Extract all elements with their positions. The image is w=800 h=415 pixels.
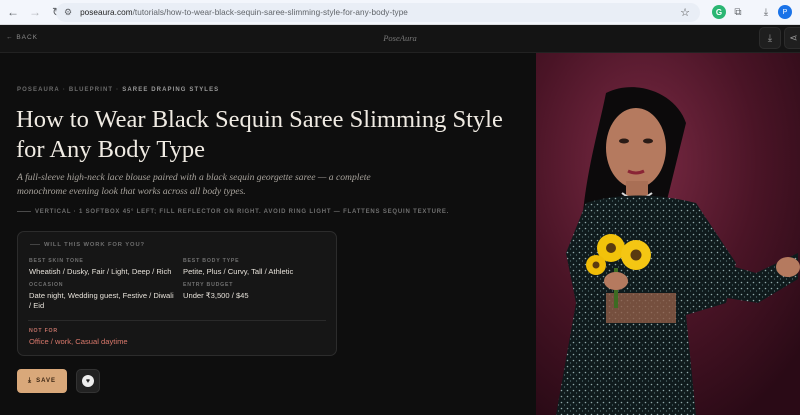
save-button[interactable]: ⤓ SAVE [17, 369, 67, 393]
article-lede: A full-sleeve high-neck lace blouse pair… [17, 172, 371, 197]
url-text: poseaura.com/tutorials/how-to-wear-black… [80, 8, 408, 17]
brand-logo[interactable]: PoseAura [0, 33, 800, 43]
suitability-card: WILL THIS WORK FOR YOU? BEST SKIN TONE W… [17, 231, 337, 356]
bookmark-star-icon[interactable]: ☆ [680, 6, 690, 19]
skin-tone-field: BEST SKIN TONE Wheatish / Dusky, Fair / … [29, 258, 179, 277]
extension-icon[interactable]: G [712, 5, 726, 19]
address-bar[interactable]: ⚙ poseaura.com/tutorials/how-to-wear-bla… [56, 3, 700, 22]
body-type-field: BEST BODY TYPE Petite, Plus / Curvy, Tal… [183, 258, 333, 277]
not-for-label: NOT FOR [29, 328, 58, 334]
not-for-value: Office / work, Casual daytime [29, 337, 128, 346]
occasion-value: Date night, Wedding guest, Festive / Diw… [29, 291, 174, 310]
download-button[interactable]: ⤓ [759, 27, 781, 49]
forward-arrow-icon[interactable]: → [26, 3, 44, 21]
card-divider [28, 320, 326, 321]
share-icon: ⋖ [789, 32, 798, 44]
skin-tone-value: Wheatish / Dusky, Fair / Light, Deep / R… [29, 267, 172, 276]
favorite-button[interactable]: ♥ [76, 369, 100, 393]
body-type-label: BEST BODY TYPE [183, 258, 240, 264]
back-arrow-icon[interactable]: ← [4, 3, 22, 21]
occasion-field: OCCASION Date night, Wedding guest, Fest… [29, 282, 177, 311]
browser-toolbar: ← → ↻ ⚙ poseaura.com/tutorials/how-to-we… [0, 0, 800, 25]
budget-label: ENTRY BUDGET [183, 282, 234, 288]
breadcrumb-current[interactable]: SAREE DRAPING STYLES [122, 87, 219, 93]
article-panel: POSEAURA · BLUEPRINT · SAREE DRAPING STYLES … [0, 53, 536, 415]
occasion-label: OCCASION [29, 282, 64, 288]
page-title: How to Wear Black Sequin Saree Slimming … [16, 106, 503, 163]
budget-value: Under ₹3,500 / $45 [183, 291, 249, 300]
not-for-field: NOT FOR Office / work, Casual daytime [29, 328, 309, 347]
extensions-puzzle-icon[interactable]: ⧉ [731, 5, 745, 19]
body-type-value: Petite, Plus / Curvy, Tall / Athletic [183, 267, 294, 276]
budget-field: ENTRY BUDGET Under ₹3,500 / $45 [183, 282, 333, 301]
hero-photo [536, 53, 800, 415]
site-header: ← BACK PoseAura ⤓ ⋖ [0, 25, 800, 53]
lighting-tip: VERTICAL · 1 SOFTBOX 45° LEFT; FILL REFL… [17, 209, 449, 215]
card-heading: WILL THIS WORK FOR YOU? [30, 242, 145, 248]
breadcrumb: POSEAURA · BLUEPRINT · SAREE DRAPING STYLES [17, 87, 220, 93]
breadcrumb-item[interactable]: BLUEPRINT [69, 87, 113, 93]
breadcrumb-item[interactable]: POSEAURA [17, 87, 60, 93]
profile-avatar[interactable]: P [778, 5, 792, 19]
download-icon: ⤓ [767, 32, 773, 44]
heart-icon: ♥ [82, 375, 94, 387]
share-button[interactable]: ⋖ [784, 27, 800, 49]
site-info-icon[interactable]: ⚙ [64, 7, 72, 18]
download-icon: ⤓ [27, 377, 33, 384]
skin-tone-label: BEST SKIN TONE [29, 258, 84, 264]
download-icon[interactable]: ⤓ [759, 5, 773, 19]
model-photo-illustration [536, 53, 800, 415]
